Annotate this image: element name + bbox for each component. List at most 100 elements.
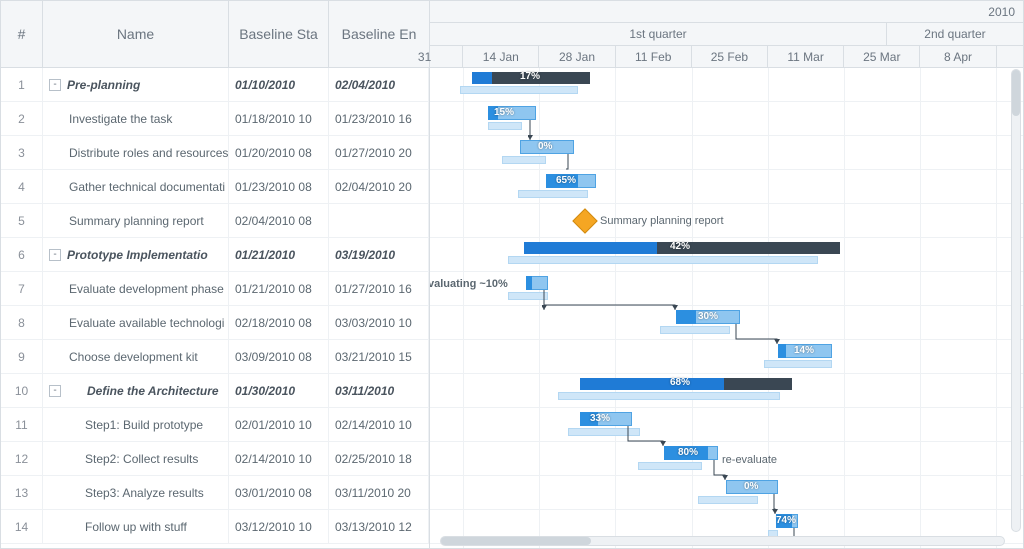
quarter-1[interactable]: 1st quarter — [430, 23, 887, 45]
baseline-start: 01/18/2010 10 — [229, 102, 329, 135]
task-name: Step3: Analyze results — [43, 476, 229, 509]
task-name: Investigate the task — [43, 102, 229, 135]
milestone[interactable] — [572, 208, 597, 233]
date-cell[interactable]: 11 Feb — [616, 46, 692, 68]
baseline-end: 02/04/2010 20 — [329, 170, 429, 203]
task-name: Gather technical documentati — [43, 170, 229, 203]
task-grid: # Name Baseline Sta Baseline En 1-Pre-pl… — [1, 1, 430, 548]
col-name[interactable]: Name — [43, 1, 229, 67]
baseline-end: 02/14/2010 10 — [329, 408, 429, 441]
task-row[interactable]: 13Step3: Analyze results03/01/2010 0803/… — [1, 476, 429, 510]
task-row[interactable]: 3Distribute roles and resources01/20/201… — [1, 136, 429, 170]
task-row[interactable]: 4Gather technical documentati01/23/2010 … — [1, 170, 429, 204]
baseline-end: 03/13/2010 12 — [329, 510, 429, 543]
horizontal-scrollbar[interactable] — [440, 536, 1005, 546]
year-label: 2010 — [430, 1, 1023, 22]
baseline-end: 01/27/2010 16 — [329, 272, 429, 305]
baseline-end: 03/11/2010 — [329, 374, 429, 407]
baseline-start: 03/12/2010 10 — [229, 510, 329, 543]
timeline-row: 30% — [430, 306, 1023, 340]
timeline-row: 33% — [430, 408, 1023, 442]
task-row[interactable]: 7Evaluate development phase01/21/2010 08… — [1, 272, 429, 306]
col-baseline-start[interactable]: Baseline Sta — [229, 1, 329, 67]
expand-toggle[interactable]: - — [49, 385, 61, 397]
date-cell[interactable]: 8 Apr — [920, 46, 996, 68]
vertical-scrollbar[interactable] — [1011, 69, 1021, 532]
date-cell[interactable]: 28 Jan — [539, 46, 615, 68]
task-row[interactable]: 2Investigate the task01/18/2010 1001/23/… — [1, 102, 429, 136]
baseline-end: 02/25/2010 18 — [329, 442, 429, 475]
task-name: Distribute roles and resources — [43, 136, 229, 169]
baseline-bar — [460, 86, 578, 94]
task-name: Summary planning report — [43, 204, 229, 237]
task-row[interactable]: 1-Pre-planning01/10/201002/04/2010 — [1, 68, 429, 102]
timeline-row: 15% — [430, 102, 1023, 136]
task-row[interactable]: 10-Define the Architecture01/30/201003/1… — [1, 374, 429, 408]
task-name: -Pre-planning — [43, 68, 229, 101]
baseline-start: 01/30/2010 — [229, 374, 329, 407]
timeline-row: 65% — [430, 170, 1023, 204]
date-cell[interactable]: 11 Mar — [768, 46, 844, 68]
row-number: 9 — [1, 340, 43, 373]
task-row[interactable]: 12Step2: Collect results02/14/2010 1002/… — [1, 442, 429, 476]
baseline-end: 02/04/2010 — [329, 68, 429, 101]
date-cell[interactable]: 31 — [387, 46, 463, 68]
date-cell[interactable]: 25 Mar — [844, 46, 920, 68]
task-row[interactable]: 9Choose development kit03/09/2010 0803/2… — [1, 340, 429, 374]
vscroll-thumb[interactable] — [1012, 70, 1020, 116]
row-number: 13 — [1, 476, 43, 509]
task-side-label: re-evaluate — [722, 454, 777, 466]
baseline-end: 03/03/2010 10 — [329, 306, 429, 339]
baseline-end: 03/21/2010 15 — [329, 340, 429, 373]
baseline-start: 02/14/2010 10 — [229, 442, 329, 475]
task-row[interactable]: 14Follow up with stuff03/12/2010 1003/13… — [1, 510, 429, 544]
baseline-start: 01/10/2010 — [229, 68, 329, 101]
baseline-end — [329, 204, 429, 237]
hscroll-thumb[interactable] — [441, 537, 591, 545]
timeline-row: 0% — [430, 136, 1023, 170]
task-row[interactable]: 6-Prototype Implementatio01/21/201003/19… — [1, 238, 429, 272]
task-bar[interactable] — [520, 140, 574, 154]
timeline-row: Summary planning report — [430, 204, 1023, 238]
baseline-end: 01/27/2010 20 — [329, 136, 429, 169]
row-number: 3 — [1, 136, 43, 169]
baseline-start: 01/23/2010 08 — [229, 170, 329, 203]
row-number: 8 — [1, 306, 43, 339]
task-name: -Define the Architecture — [43, 374, 229, 407]
task-row[interactable]: 5Summary planning report02/04/2010 08 — [1, 204, 429, 238]
date-cell[interactable]: 25 Feb — [692, 46, 768, 68]
task-name: -Prototype Implementatio — [43, 238, 229, 271]
grid-header: # Name Baseline Sta Baseline En — [1, 1, 429, 68]
row-number: 11 — [1, 408, 43, 441]
row-number: 2 — [1, 102, 43, 135]
timeline-row: 0% — [430, 476, 1023, 510]
timeline-row: 42% — [430, 238, 1023, 272]
baseline-start: 03/09/2010 08 — [229, 340, 329, 373]
task-name: Choose development kit — [43, 340, 229, 373]
timeline-row: 68% — [430, 374, 1023, 408]
task-row[interactable]: 11Step1: Build prototype02/01/2010 1002/… — [1, 408, 429, 442]
expand-toggle[interactable]: - — [49, 249, 61, 261]
date-cell[interactable]: 2 — [997, 46, 1024, 68]
task-bar[interactable] — [778, 344, 832, 358]
baseline-start: 02/04/2010 08 — [229, 204, 329, 237]
timeline-row: 17% — [430, 68, 1023, 102]
quarter-2[interactable]: 2nd quarter — [887, 23, 1023, 45]
timeline-row: 80%re-evaluate — [430, 442, 1023, 476]
row-number: 10 — [1, 374, 43, 407]
task-bar[interactable] — [726, 480, 778, 494]
task-name: Step1: Build prototype — [43, 408, 229, 441]
baseline-end: 01/23/2010 16 — [329, 102, 429, 135]
row-number: 4 — [1, 170, 43, 203]
timeline-row: 14% — [430, 340, 1023, 374]
milestone-label: Summary planning report — [600, 215, 724, 227]
task-name: Follow up with stuff — [43, 510, 229, 543]
expand-toggle[interactable]: - — [49, 79, 61, 91]
task-row[interactable]: 8Evaluate available technologi02/18/2010… — [1, 306, 429, 340]
row-number: 6 — [1, 238, 43, 271]
baseline-start: 03/01/2010 08 — [229, 476, 329, 509]
baseline-end: 03/11/2010 20 — [329, 476, 429, 509]
row-number: 7 — [1, 272, 43, 305]
col-num[interactable]: # — [1, 1, 43, 67]
date-cell[interactable]: 14 Jan — [463, 46, 539, 68]
